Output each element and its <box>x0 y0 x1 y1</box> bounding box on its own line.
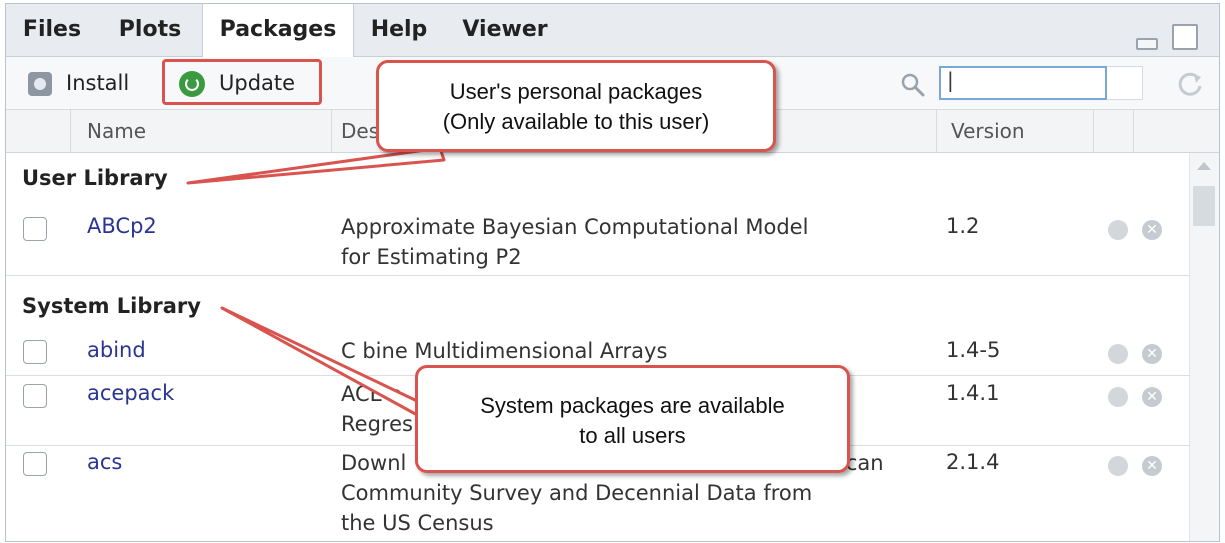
callout-system-packages: System packages are available to all use… <box>415 365 850 473</box>
callout-personal-packages: User's personal packages (Only available… <box>376 60 776 152</box>
system-callout-pointer <box>220 306 438 424</box>
personal-callout-pointer <box>186 146 446 185</box>
